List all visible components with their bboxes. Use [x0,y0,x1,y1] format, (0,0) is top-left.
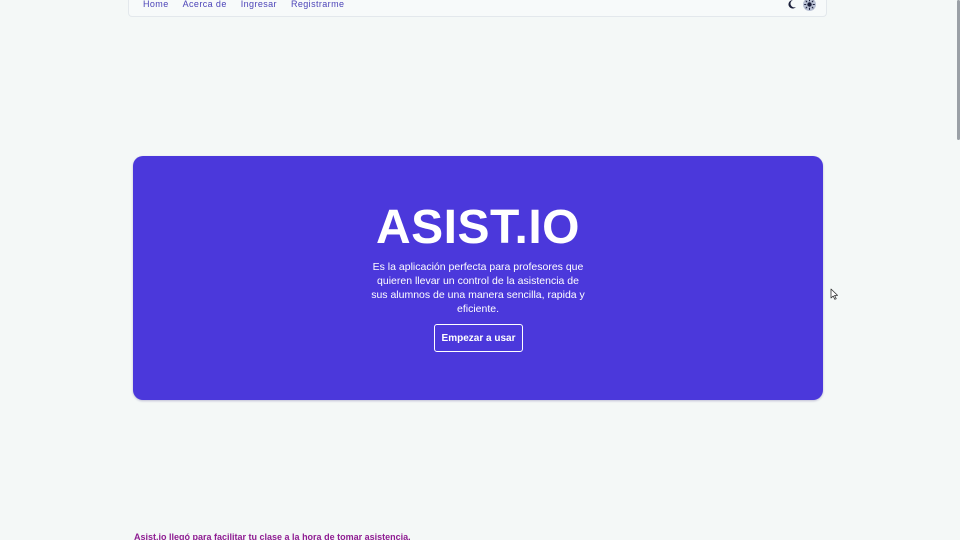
nav-link-home[interactable]: Home [143,0,169,9]
theme-toggle [787,0,816,11]
nav-link-ingresar[interactable]: Ingresar [241,0,277,9]
hero-title: ASIST.IO [375,201,581,254]
moon-icon [788,0,796,9]
nav-link-registrarme[interactable]: Registrarme [291,0,344,9]
nav-links: Home Acerca de Ingresar Registrarme [143,0,344,9]
mouse-cursor-icon [830,288,838,300]
sun-icon [804,0,815,10]
intro-text: Asist.io llegó para facilitar tu clase a… [134,532,411,540]
navbar: Home Acerca de Ingresar Registrarme [128,0,827,17]
hero-description: Es la aplicación perfecta para profesore… [371,261,585,315]
hero-card: ASIST.IO Es la aplicación perfecta para … [133,156,823,400]
page: Home Acerca de Ingresar Registrarme ASIS… [0,0,960,540]
get-started-button[interactable]: Empezar a usar [434,324,523,352]
dark-mode-button[interactable] [787,0,800,11]
nav-link-acerca-de[interactable]: Acerca de [183,0,227,9]
light-mode-button[interactable] [803,0,816,11]
